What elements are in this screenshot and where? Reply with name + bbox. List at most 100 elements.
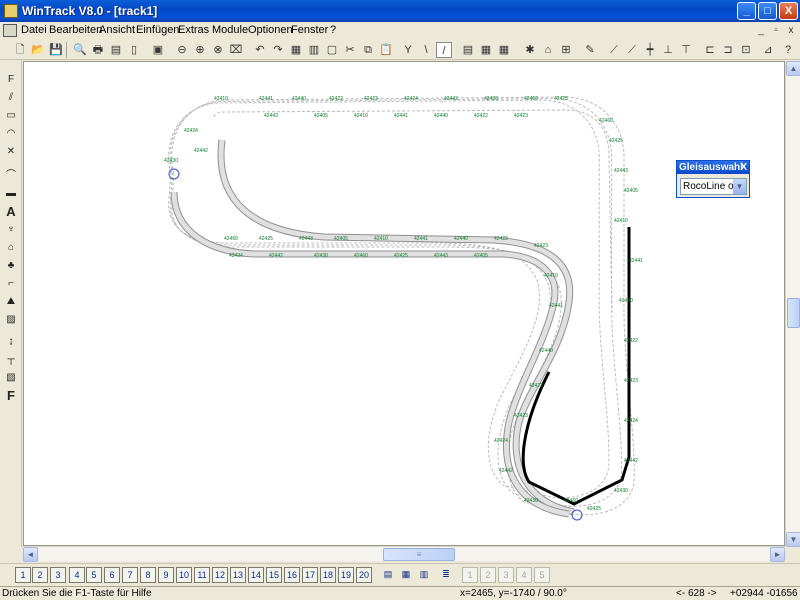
measure-icon[interactable]: ⊿ [760, 42, 776, 58]
scroll-up-button[interactable]: ▲ [786, 61, 800, 76]
building-icon[interactable]: ⌂ [540, 42, 556, 58]
pylon-icon[interactable]: ⊞ [558, 42, 574, 58]
fence-icon[interactable]: ⌐ [3, 276, 19, 292]
app-icon[interactable] [4, 4, 18, 18]
mdi-close-button[interactable]: x [784, 24, 798, 38]
zoom-in-icon[interactable]: ⊕ [192, 42, 208, 58]
menu-help[interactable]: ? [330, 24, 336, 36]
menu-bearbeiten[interactable]: Bearbeiten [49, 24, 102, 36]
layer-button-2[interactable]: 2 [32, 567, 48, 583]
zoom-all-icon[interactable]: ⌧ [228, 42, 244, 58]
line-tool-icon[interactable]: / [436, 42, 452, 58]
align-icon[interactable]: ⊏ [702, 42, 718, 58]
extra-layer-button-5[interactable]: 5 [534, 567, 550, 583]
track-set-icon[interactable]: ⫽ [3, 90, 19, 106]
vertical-scrollbar[interactable]: ▲ ▼ [785, 61, 800, 547]
layer-button-10[interactable]: 10 [176, 567, 192, 583]
connect-icon[interactable]: ┿ [642, 42, 658, 58]
layer-tool-icon[interactable]: ▤ [460, 42, 476, 58]
layer-button-12[interactable]: 12 [212, 567, 228, 583]
landscape-icon[interactable]: ▨ [3, 312, 19, 328]
junction2-icon[interactable]: ⊤ [678, 42, 694, 58]
layer-button-3[interactable]: 3 [50, 567, 66, 583]
menu-optionen[interactable]: Optionen [248, 24, 293, 36]
flex-track-icon[interactable]: F [3, 72, 19, 88]
height-icon[interactable]: ↨ [3, 334, 19, 350]
layer-stack-icon[interactable]: ≣ [438, 567, 454, 583]
edit-icon[interactable]: ✎ [582, 42, 598, 58]
horizontal-scrollbar[interactable]: ◄ ≡ ► [23, 546, 785, 562]
save-icon[interactable]: 💾 [48, 42, 64, 58]
horizontal-scroll-thumb[interactable]: ≡ [383, 548, 455, 561]
curve-piece-icon[interactable]: ◠ [3, 126, 19, 142]
grid-tool-icon[interactable]: ▦ [478, 42, 494, 58]
junction-icon[interactable]: ⊥ [660, 42, 676, 58]
layer-button-18[interactable]: 18 [320, 567, 336, 583]
layer-button-9[interactable]: 9 [158, 567, 174, 583]
outer-dashed-track-3[interactable] [168, 99, 610, 499]
gradient-icon[interactable]: ⟋ [624, 42, 640, 58]
terrain-icon[interactable]: ⛰ [3, 294, 19, 310]
track-system-select[interactable]: RocoLine ohn ▼ [680, 178, 747, 195]
menu-ansicht[interactable]: Ansicht [99, 24, 135, 36]
layer-button-20[interactable]: 20 [356, 567, 372, 583]
layer-gray-icon[interactable]: ▥ [416, 567, 432, 583]
layer-button-5[interactable]: 5 [86, 567, 102, 583]
document-list-icon[interactable]: ▥ [306, 42, 322, 58]
layer-button-1[interactable]: 1 [15, 567, 31, 583]
redo-icon[interactable]: ↷ [270, 42, 286, 58]
print-preview-icon[interactable]: 🔍 [72, 42, 88, 58]
align3-icon[interactable]: ⊡ [738, 42, 754, 58]
menu-fenster[interactable]: Fenster [291, 24, 328, 36]
tree-icon[interactable]: ♣ [3, 258, 19, 274]
crossing-icon[interactable]: ✕ [3, 144, 19, 160]
switch-icon[interactable]: Y [400, 42, 416, 58]
mdi-restore-button[interactable]: ▫ [769, 24, 783, 38]
document-gray-icon[interactable]: ▢ [324, 42, 340, 58]
selected-bold-track[interactable] [521, 227, 631, 506]
font-tool-icon[interactable]: F [3, 388, 19, 404]
minimize-button[interactable]: _ [737, 2, 756, 20]
menu-datei[interactable]: Datei [21, 24, 47, 36]
scroll-right-button[interactable]: ► [770, 547, 785, 562]
layer-color-icon[interactable]: ▤ [380, 567, 396, 583]
cut-icon[interactable]: ✂ [342, 42, 358, 58]
main-track-outer-rail[interactable] [217, 139, 575, 516]
layer-button-4[interactable]: 4 [69, 567, 85, 583]
layer-button-7[interactable]: 7 [122, 567, 138, 583]
layer-button-15[interactable]: 15 [266, 567, 282, 583]
track-piece-icon[interactable]: ▭ [3, 108, 19, 124]
close-button[interactable]: X [779, 2, 798, 20]
document-icon[interactable] [3, 24, 17, 37]
zoom-window-icon[interactable]: ⊗ [210, 42, 226, 58]
print-setup-icon[interactable]: ▤ [108, 42, 124, 58]
bridge-icon[interactable]: ⌒ [3, 168, 19, 184]
menu-extras[interactable]: Extras [178, 24, 209, 36]
extra-layer-button-4[interactable]: 4 [516, 567, 532, 583]
slope-icon[interactable]: ⟋ [606, 42, 622, 58]
align2-icon[interactable]: ⊐ [720, 42, 736, 58]
track-plan-canvas[interactable]: 42410 42441 42440 42422 42423 42424 42442 42430… [23, 61, 785, 546]
copy-icon[interactable]: ⧉ [360, 42, 376, 58]
vertical-scroll-thumb[interactable] [787, 298, 800, 328]
title-bar[interactable]: WinTrack V8.0 - [track1] _ □ X [0, 0, 800, 22]
layer-button-11[interactable]: 11 [194, 567, 210, 583]
extra-layer-button-1[interactable]: 1 [462, 567, 478, 583]
image-icon[interactable]: ▣ [150, 42, 166, 58]
menu-module[interactable]: Module [212, 24, 248, 36]
context-help-icon[interactable]: ? [780, 42, 796, 58]
layer-button-16[interactable]: 16 [284, 567, 300, 583]
extra-layer-button-3[interactable]: 3 [498, 567, 514, 583]
house-icon[interactable]: ⌂ [3, 240, 19, 256]
train-icon[interactable]: ✱ [522, 42, 538, 58]
gleisauswahl-close-button[interactable]: X [740, 161, 747, 174]
track-plan-drawing[interactable]: 42410 42441 42440 42422 42423 42424 42442 42430… [24, 62, 784, 545]
maximize-button[interactable]: □ [758, 2, 777, 20]
menu-einfuegen[interactable]: Einfügen [136, 24, 179, 36]
layer-button-13[interactable]: 13 [230, 567, 246, 583]
chevron-down-icon[interactable]: ▼ [733, 179, 746, 194]
platform-icon[interactable]: ▬ [3, 186, 19, 202]
print-icon[interactable]: 🖶 [90, 42, 106, 58]
undo-icon[interactable]: ↶ [252, 42, 268, 58]
grid2-tool-icon[interactable]: ▦ [496, 42, 512, 58]
